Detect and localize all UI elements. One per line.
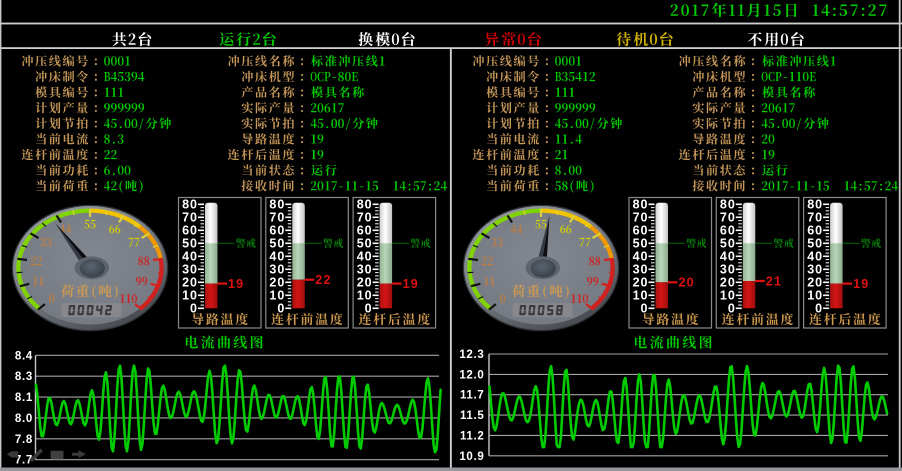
svg-text:60: 60 <box>182 224 198 238</box>
svg-text:12.3: 12.3 <box>459 349 484 361</box>
svg-text:30: 30 <box>269 263 285 277</box>
svg-text:50: 50 <box>269 237 285 251</box>
svg-text:20: 20 <box>807 276 823 290</box>
svg-text:10: 10 <box>720 289 736 303</box>
svg-text:80: 80 <box>720 198 736 212</box>
svg-text:30: 30 <box>807 263 823 277</box>
svg-text:40: 40 <box>357 250 373 264</box>
svg-text:80: 80 <box>357 198 373 212</box>
svg-text:10: 10 <box>633 289 649 303</box>
svg-text:20: 20 <box>633 276 649 290</box>
svg-text:8.3: 8.3 <box>15 371 33 383</box>
svg-text:70: 70 <box>633 211 649 225</box>
svg-text:50: 50 <box>633 237 649 251</box>
svg-text:8.4: 8.4 <box>15 350 33 362</box>
svg-text:70: 70 <box>182 211 198 225</box>
svg-text:19: 19 <box>853 277 869 291</box>
svg-text:60: 60 <box>807 224 823 238</box>
svg-text:40: 40 <box>807 250 823 264</box>
svg-text:70: 70 <box>357 211 373 225</box>
svg-text:30: 30 <box>720 263 736 277</box>
svg-text:80: 80 <box>633 198 649 212</box>
svg-text:20: 20 <box>679 276 695 290</box>
svg-text:40: 40 <box>633 250 649 264</box>
svg-text:20: 20 <box>269 276 285 290</box>
svg-text:10.9: 10.9 <box>459 451 484 463</box>
svg-text:50: 50 <box>357 237 373 251</box>
svg-text:30: 30 <box>633 263 649 277</box>
svg-text:11.7: 11.7 <box>460 390 485 402</box>
svg-text:80: 80 <box>182 198 198 212</box>
svg-text:20: 20 <box>357 276 373 290</box>
svg-text:60: 60 <box>720 224 736 238</box>
svg-text:20: 20 <box>182 276 198 290</box>
svg-text:70: 70 <box>807 211 823 225</box>
svg-text:22: 22 <box>315 273 331 287</box>
svg-text:19: 19 <box>403 277 419 291</box>
svg-text:10: 10 <box>269 289 285 303</box>
svg-text:8.1: 8.1 <box>15 392 33 404</box>
svg-text:7.8: 7.8 <box>15 434 33 446</box>
svg-text:50: 50 <box>182 237 198 251</box>
svg-text:11.2: 11.2 <box>460 430 485 442</box>
svg-text:30: 30 <box>182 263 198 277</box>
svg-text:20: 20 <box>720 276 736 290</box>
svg-text:50: 50 <box>807 237 823 251</box>
svg-text:70: 70 <box>720 211 736 225</box>
svg-text:19: 19 <box>228 277 244 291</box>
svg-text:80: 80 <box>807 198 823 212</box>
svg-text:40: 40 <box>720 250 736 264</box>
svg-text:11.5: 11.5 <box>460 410 485 422</box>
svg-text:10: 10 <box>357 289 373 303</box>
svg-text:80: 80 <box>269 198 285 212</box>
svg-text:40: 40 <box>269 250 285 264</box>
svg-text:60: 60 <box>633 224 649 238</box>
svg-text:40: 40 <box>182 250 198 264</box>
svg-text:60: 60 <box>269 224 285 238</box>
svg-text:50: 50 <box>720 237 736 251</box>
svg-text:60: 60 <box>357 224 373 238</box>
svg-text:10: 10 <box>182 289 198 303</box>
svg-text:30: 30 <box>357 263 373 277</box>
svg-text:70: 70 <box>269 211 285 225</box>
svg-text:8.0: 8.0 <box>15 413 33 425</box>
svg-text:10: 10 <box>807 289 823 303</box>
svg-text:12.0: 12.0 <box>459 369 484 381</box>
svg-text:21: 21 <box>766 274 782 288</box>
